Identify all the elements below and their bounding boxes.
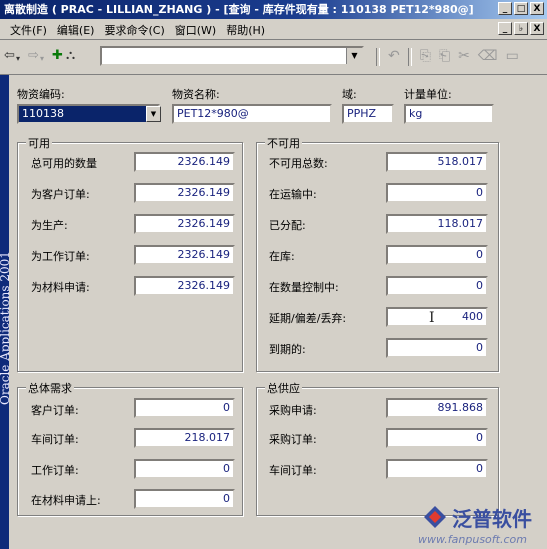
- minimize-button[interactable]: _: [498, 2, 512, 15]
- available-customer-order-label: 为客户订单:: [31, 188, 90, 201]
- demand-group-title: 总体需求: [26, 380, 74, 396]
- menu-commands[interactable]: 要求命令(C): [104, 22, 164, 38]
- menu-window[interactable]: 窗口(W): [175, 22, 216, 38]
- in-stock-field[interactable]: 0: [386, 245, 488, 265]
- available-production-label: 为生产:: [31, 219, 68, 232]
- chevron-down-icon[interactable]: ▼: [146, 106, 161, 122]
- brand-sidebar: Oracle Applications 2001: [0, 75, 9, 549]
- forward-dropdown-icon[interactable]: ▾: [40, 52, 44, 66]
- available-total-field[interactable]: 2326.149: [134, 152, 235, 172]
- supply-purchase-order-label: 采购订单:: [269, 433, 317, 446]
- add-icon[interactable]: ✚: [52, 49, 63, 63]
- chevron-down-icon[interactable]: ▼: [346, 48, 362, 64]
- available-work-order-label: 为工作订单:: [31, 250, 90, 263]
- paste-icon[interactable]: ⎗: [439, 48, 450, 66]
- expired-label: 到期的:: [269, 343, 306, 356]
- demand-work-order-field[interactable]: 0: [134, 459, 235, 479]
- text-cursor-icon: I: [429, 310, 435, 326]
- deferred-field[interactable]: 400: [386, 307, 488, 327]
- unavailable-total-label: 不可用总数:: [269, 157, 328, 170]
- menu-bar: 文件(F) 编辑(E) 要求命令(C) 窗口(W) 帮助(H) _ ♭ X: [0, 19, 547, 40]
- available-work-order-field[interactable]: 2326.149: [134, 245, 235, 265]
- deferred-label: 延期/偏差/丢弃:: [269, 312, 347, 325]
- demand-material-request-label: 在材料申请上:: [31, 494, 101, 507]
- available-material-request-field[interactable]: 2326.149: [134, 276, 235, 296]
- eraser-icon[interactable]: ⌫: [478, 48, 498, 66]
- cut-icon[interactable]: ✂: [458, 48, 470, 66]
- mdi-restore-button[interactable]: ♭: [514, 22, 528, 35]
- demand-shop-order-label: 车间订单:: [31, 433, 79, 446]
- available-total-label: 总可用的数量: [31, 157, 97, 170]
- item-name-label: 物资名称:: [172, 88, 220, 101]
- toolbar-separator: [376, 48, 380, 66]
- watermark: 泛普软件 www.fanpusoft.com: [412, 500, 547, 549]
- available-material-request-label: 为材料申请:: [31, 281, 90, 294]
- toolbar: ⇦ ▾ ⇨ ▾ ✚ ⛬ ▼ ↶ ⎘ ⎗ ✂ ⌫ ▭: [0, 40, 547, 75]
- watermark-url: www.fanpusoft.com: [418, 533, 527, 546]
- quantity-control-field[interactable]: 0: [386, 276, 488, 296]
- item-code-label: 物资编码:: [17, 88, 65, 101]
- in-transit-label: 在运输中:: [269, 188, 317, 201]
- supply-purchase-request-field[interactable]: 891.868: [386, 398, 488, 418]
- menu-help[interactable]: 帮助(H): [226, 22, 265, 38]
- domain-field[interactable]: PPHZ: [342, 104, 394, 124]
- expired-field[interactable]: 0: [386, 338, 488, 358]
- supply-shop-order-label: 车间订单:: [269, 464, 317, 477]
- available-production-field[interactable]: 2326.149: [134, 214, 235, 234]
- search-input[interactable]: ▼: [100, 46, 364, 66]
- mdi-close-button[interactable]: X: [530, 22, 544, 35]
- mdi-minimize-button[interactable]: _: [498, 22, 512, 35]
- demand-customer-order-field[interactable]: 0: [134, 398, 235, 418]
- window-title: 离散制造 ( PRAC - LILLIAN_ZHANG ) - [查询 - 库存…: [4, 3, 474, 16]
- forward-icon[interactable]: ⇨: [28, 49, 39, 63]
- allocated-label: 已分配:: [269, 219, 306, 232]
- fanpu-logo-icon: [424, 506, 446, 528]
- in-transit-field[interactable]: 0: [386, 183, 488, 203]
- close-button[interactable]: X: [530, 2, 544, 15]
- supply-group-title: 总供应: [265, 380, 302, 396]
- supply-purchase-order-field[interactable]: 0: [386, 428, 488, 448]
- in-stock-label: 在库:: [269, 250, 295, 263]
- brand-text: Oracle Applications 2001: [0, 251, 9, 405]
- menu-file[interactable]: 文件(F): [10, 22, 47, 38]
- inventory-query-form: 物资编码: 110138 ▼ 物资名称: PET12*980@ 域: PPHZ …: [9, 75, 547, 549]
- demand-material-request-field[interactable]: 0: [134, 489, 235, 509]
- back-dropdown-icon[interactable]: ▾: [16, 52, 20, 66]
- binoculars-icon[interactable]: ⛬: [66, 49, 75, 63]
- uom-label: 计量单位:: [404, 88, 452, 101]
- available-group-title: 可用: [26, 135, 52, 151]
- domain-label: 域:: [342, 88, 357, 101]
- item-name-field[interactable]: PET12*980@: [172, 104, 332, 124]
- title-bar: 离散制造 ( PRAC - LILLIAN_ZHANG ) - [查询 - 库存…: [0, 0, 547, 19]
- demand-work-order-label: 工作订单:: [31, 464, 79, 477]
- copy-icon[interactable]: ⎘: [420, 48, 431, 66]
- supply-shop-order-field[interactable]: 0: [386, 459, 488, 479]
- menu-edit[interactable]: 编辑(E): [57, 22, 95, 38]
- toolbar-separator: [407, 48, 412, 66]
- document-icon[interactable]: ▭: [506, 48, 519, 66]
- demand-shop-order-field[interactable]: 218.017: [134, 428, 235, 448]
- quantity-control-label: 在数量控制中:: [269, 281, 339, 294]
- uom-field[interactable]: kg: [404, 104, 494, 124]
- unavailable-total-field[interactable]: 518.017: [386, 152, 488, 172]
- back-icon[interactable]: ⇦: [4, 49, 15, 63]
- watermark-name: 泛普软件: [452, 507, 532, 531]
- demand-customer-order-label: 客户订单:: [31, 404, 79, 417]
- supply-purchase-request-label: 采购申请:: [269, 404, 317, 417]
- maximize-button[interactable]: □: [514, 2, 528, 15]
- allocated-field[interactable]: 118.017: [386, 214, 488, 234]
- unavailable-group-title: 不可用: [265, 135, 302, 151]
- item-code-field[interactable]: 110138: [17, 104, 160, 124]
- undo-icon[interactable]: ↶: [388, 48, 400, 66]
- available-customer-order-field[interactable]: 2326.149: [134, 183, 235, 203]
